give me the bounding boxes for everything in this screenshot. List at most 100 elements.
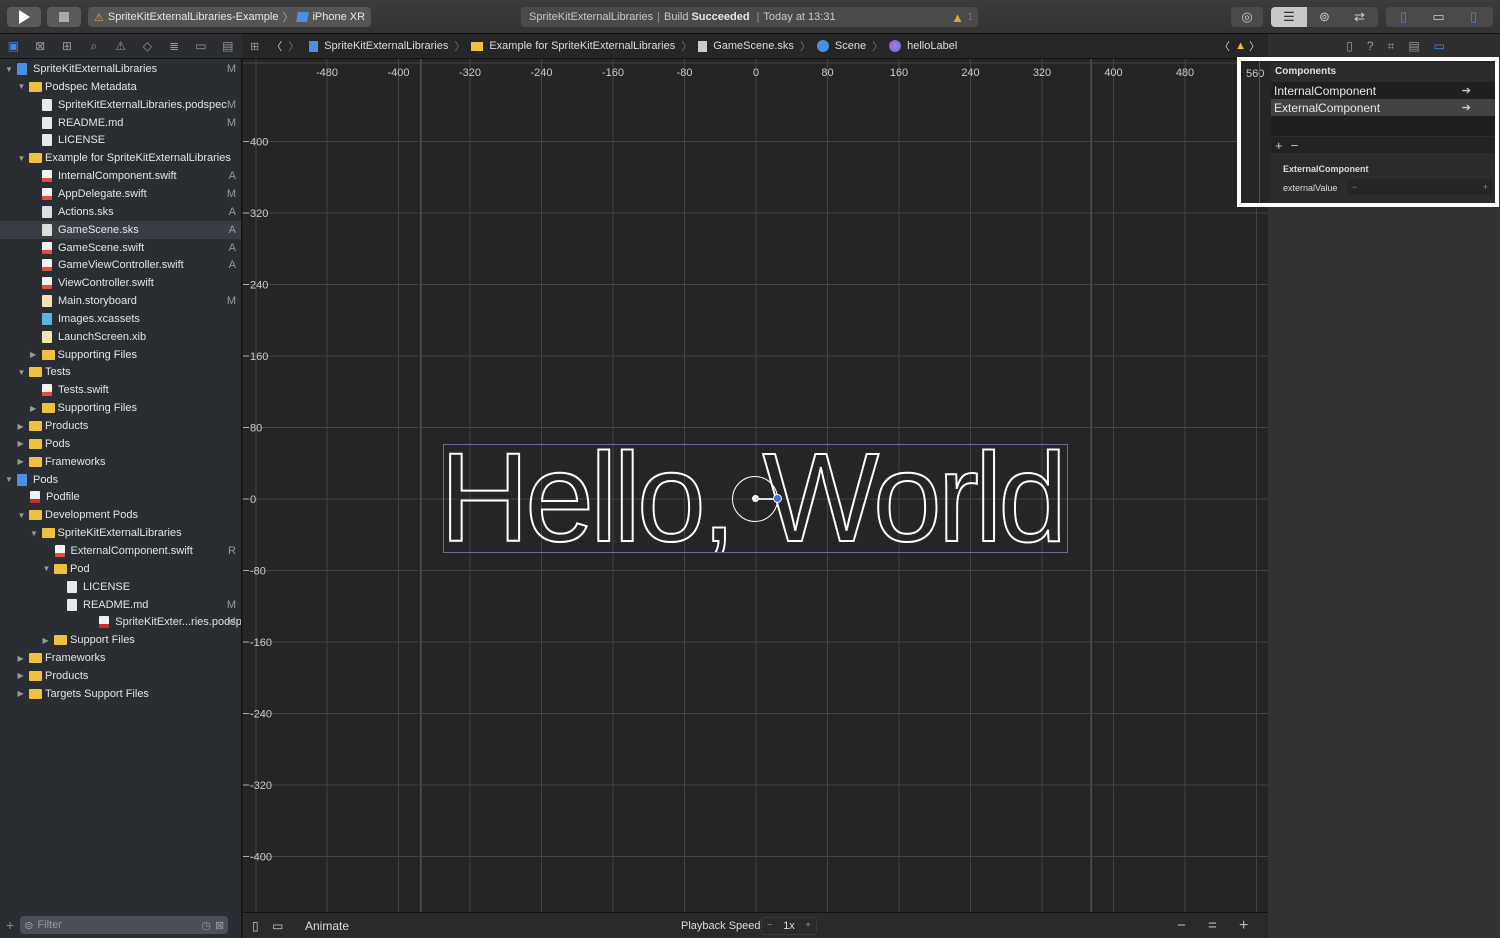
navigator-item[interactable]: ▼ SpriteKitExternalLibraries (0, 524, 241, 542)
component-row[interactable]: InternalComponent ➔ (1271, 82, 1495, 99)
disclosure-expanded-icon[interactable]: ▼ (30, 529, 40, 538)
related-items-icon[interactable]: ⊞ (250, 40, 259, 53)
issue-navigator-icon[interactable]: ⚠ (107, 39, 134, 53)
navigator-item[interactable]: ▶ Frameworks (0, 649, 241, 667)
disclosure-expanded-icon[interactable]: ▼ (18, 82, 28, 91)
navigator-item[interactable]: ▶ Targets Support Files (0, 685, 241, 703)
navigator-item[interactable]: InternalComponent.swift A (0, 167, 241, 185)
scheme-selector[interactable]: ⚠ SpriteKitExternalLibraries-Example 〉 i… (88, 7, 372, 27)
disclosure-collapsed-icon[interactable]: ▶ (18, 422, 28, 431)
navigator-item[interactable]: ▼ SpriteKitExternalLibraries M (0, 60, 241, 78)
next-issue-button[interactable]: 〉 (1249, 38, 1260, 54)
inspector-toggle-button[interactable]: ▯ (1456, 7, 1491, 27)
navigator-item[interactable]: ▶ Supporting Files (0, 399, 241, 417)
scm-filter-icon[interactable]: ⊠ (215, 919, 224, 932)
version-editor-button[interactable]: ⇄ (1342, 7, 1377, 27)
disclosure-expanded-icon[interactable]: ▼ (18, 154, 28, 163)
breadcrumb-project[interactable]: SpriteKitExternalLibraries (324, 40, 448, 52)
navigator-item[interactable]: LICENSE (0, 578, 241, 596)
disclosure-collapsed-icon[interactable]: ▶ (18, 689, 28, 698)
disclosure-collapsed-icon[interactable]: ▶ (30, 350, 40, 359)
navigator-item[interactable]: ▼ Pod (0, 560, 241, 578)
navigator-item[interactable]: GameViewController.swift A (0, 256, 241, 274)
source-control-icon[interactable]: ⊠ (27, 39, 54, 53)
disclosure-collapsed-icon[interactable]: ▶ (18, 457, 28, 466)
navigator-item[interactable]: README.md M (0, 596, 241, 614)
remove-component-button[interactable]: − (1291, 138, 1299, 153)
debug-toggle-button[interactable]: ▭ (1421, 7, 1456, 27)
breadcrumb-scene[interactable]: Scene (835, 40, 866, 52)
navigator-item[interactable]: ViewController.swift (0, 274, 241, 292)
forward-button[interactable]: 〉 (288, 38, 299, 54)
zoom-in-button[interactable]: + (1239, 917, 1248, 935)
test-navigator-icon[interactable]: ◇ (134, 39, 161, 53)
animate-button[interactable]: Animate (305, 919, 349, 933)
debug-navigator-icon[interactable]: ≣ (161, 39, 188, 53)
stepper-increment[interactable]: + (1483, 182, 1488, 192)
scene-graph-toggle-icon[interactable]: ▯ (252, 919, 259, 933)
navigator-item[interactable]: GameScene.sks A (0, 220, 241, 239)
navigator-item[interactable]: Podfile (0, 488, 241, 506)
stepper-decrement[interactable]: − (1352, 182, 1357, 192)
navigator-item[interactable]: ▼ Tests (0, 363, 241, 381)
prev-issue-button[interactable]: 〈 (1219, 38, 1230, 54)
external-value-stepper[interactable]: − + (1347, 179, 1493, 195)
navigator-item[interactable]: Images.xcassets (0, 310, 241, 328)
go-arrow-icon[interactable]: ➔ (1462, 84, 1471, 97)
disclosure-expanded-icon[interactable]: ▼ (5, 475, 15, 484)
navigator-item[interactable]: ▶ Frameworks (0, 453, 241, 471)
rotation-handle[interactable] (773, 494, 782, 503)
stop-button[interactable] (47, 7, 81, 27)
disclosure-expanded-icon[interactable]: ▼ (18, 511, 28, 520)
find-icon[interactable]: ⌕ (80, 39, 107, 54)
file-inspector-icon[interactable]: ▯ (1346, 39, 1353, 53)
add-icon[interactable]: + (6, 917, 14, 933)
recent-files-icon[interactable]: ◷ (201, 919, 211, 932)
disclosure-collapsed-icon[interactable]: ▶ (18, 654, 28, 663)
warning-icon[interactable]: ▲ (1235, 40, 1246, 52)
navigator-item[interactable]: ▼ Podspec Metadata (0, 78, 241, 96)
navigator-item[interactable]: ▶ Products (0, 667, 241, 685)
size-inspector-icon[interactable]: ▤ (1408, 39, 1419, 53)
navigator-item[interactable]: ▶ Pods (0, 435, 241, 453)
disclosure-expanded-icon[interactable]: ▼ (18, 368, 28, 377)
disclosure-collapsed-icon[interactable]: ▶ (30, 404, 40, 413)
standard-editor-button[interactable]: ☰ (1271, 7, 1307, 27)
navigator-item[interactable]: ▶ Products (0, 417, 241, 435)
zoom-fit-button[interactable]: = (1208, 917, 1217, 934)
help-inspector-icon[interactable]: ? (1367, 39, 1374, 53)
warning-icon[interactable]: ▲ (951, 10, 964, 25)
filter-input[interactable]: ⊜ Filter ◷ ⊠ (20, 916, 229, 934)
navigator-toggle-button[interactable]: ▯ (1386, 7, 1421, 27)
assistant-editor-button[interactable]: ⊚ (1307, 7, 1342, 27)
navigator-item[interactable]: ▼ Development Pods (0, 506, 241, 524)
breakpoint-navigator-icon[interactable]: ▭ (188, 39, 215, 53)
breadcrumb-file[interactable]: GameScene.sks (713, 40, 794, 52)
disclosure-collapsed-icon[interactable]: ▶ (43, 636, 53, 645)
action-editor-toggle-icon[interactable]: ▭ (272, 919, 283, 933)
navigator-item[interactable]: SpriteKitExter...ries.podspec M (0, 613, 241, 631)
attributes-inspector-icon[interactable]: ⌗ (1388, 39, 1395, 54)
navigator-item[interactable]: ExternalComponent.swift R (0, 542, 241, 560)
navigator-item[interactable]: Main.storyboard M (0, 292, 241, 310)
component-row[interactable]: ExternalComponent ➔ (1271, 99, 1495, 116)
disclosure-collapsed-icon[interactable]: ▶ (18, 671, 28, 680)
navigator-item[interactable]: README.md M (0, 114, 241, 132)
navigator-item[interactable]: LICENSE (0, 131, 241, 149)
navigator-item[interactable]: ▼ Example for SpriteKitExternalLibraries (0, 149, 241, 167)
scene-editor-canvas[interactable]: -480 -400 -320 -240 -160 -80 0 80 160 240 320 400 48… (243, 59, 1268, 912)
navigator-item[interactable]: GameScene.swift A (0, 239, 241, 257)
navigator-item[interactable]: LaunchScreen.xib (0, 328, 241, 346)
library-button[interactable]: ◎ (1231, 7, 1263, 27)
playback-decrease-button[interactable]: − (767, 920, 773, 931)
run-button[interactable] (7, 7, 41, 27)
zoom-out-button[interactable]: − (1177, 917, 1186, 934)
add-component-button[interactable]: + (1275, 138, 1283, 153)
navigator-item[interactable]: ▶ Supporting Files (0, 346, 241, 364)
navigator-item[interactable]: ▼ Pods (0, 471, 241, 489)
navigator-item[interactable]: ▶ Support Files (0, 631, 241, 649)
breadcrumb-group[interactable]: Example for SpriteKitExternalLibraries (489, 40, 675, 52)
navigator-item[interactable]: AppDelegate.swift M (0, 185, 241, 203)
navigator-item[interactable]: Tests.swift (0, 381, 241, 399)
disclosure-expanded-icon[interactable]: ▼ (43, 564, 53, 573)
